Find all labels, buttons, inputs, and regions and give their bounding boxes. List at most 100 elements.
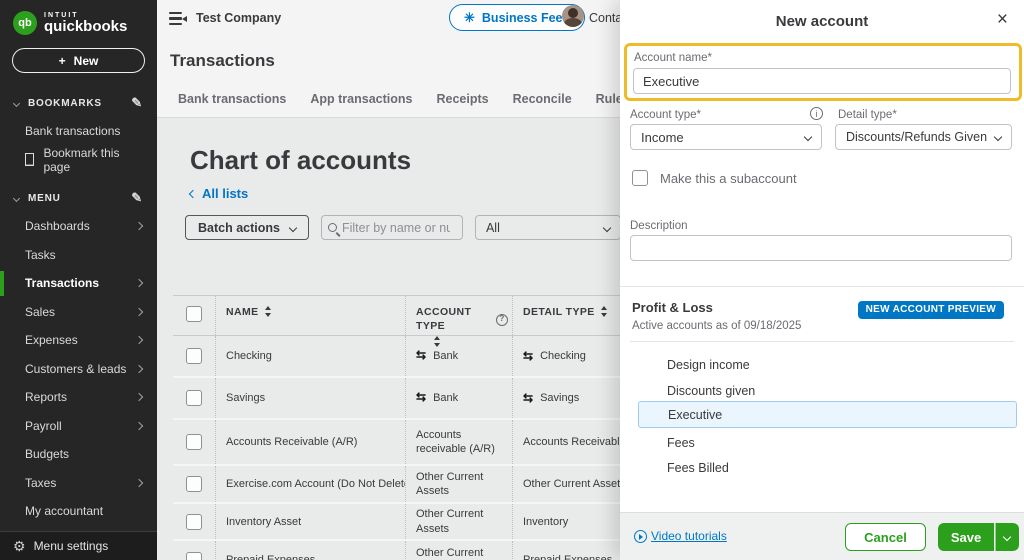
preview-account-item: Discounts given: [667, 384, 755, 398]
menu-item-label: Tasks: [25, 248, 56, 262]
chevron-left-icon: [189, 189, 197, 197]
sidebar-item-tasks[interactable]: Tasks: [0, 241, 157, 270]
quickbooks-wordmark: quickbooks: [44, 19, 127, 34]
column-header-account-type[interactable]: ACCOUNT TYPE ?: [405, 296, 512, 335]
detail-type-dropdown[interactable]: Discounts/Refunds Given: [835, 124, 1012, 150]
description-field[interactable]: [630, 235, 1012, 261]
account-name-cell: Exercise.com Account (Do Not Delete): [215, 466, 405, 502]
edit-menu-icon[interactable]: ✎: [131, 190, 143, 206]
subaccount-label: Make this a subaccount: [660, 171, 797, 186]
chevron-right-icon: [135, 393, 143, 401]
chevron-down-icon: [804, 133, 812, 141]
sidebar-item-expenses[interactable]: Expenses: [0, 326, 157, 355]
sidebar-item-transactions[interactable]: Transactions: [0, 269, 157, 298]
detail-type-cell: Checking: [540, 350, 586, 362]
new-button-label: New: [74, 54, 99, 68]
info-icon[interactable]: i: [810, 107, 823, 120]
sidebar-item-bookmark-this-page[interactable]: Bookmark this page: [0, 146, 157, 175]
column-header-name[interactable]: NAME: [215, 296, 405, 335]
tab-reconcile[interactable]: Reconcile: [513, 92, 572, 116]
menu-item-label: Budgets: [25, 447, 69, 461]
chevron-right-icon: [135, 336, 143, 344]
bookmarks-section-header[interactable]: BOOKMARKS ✎: [0, 95, 157, 111]
tab-receipts[interactable]: Receipts: [436, 92, 488, 116]
preview-account-item-selected: Executive: [638, 401, 1017, 428]
row-checkbox[interactable]: [186, 476, 202, 492]
sidebar-item-payroll[interactable]: Payroll: [0, 412, 157, 441]
sidebar-item-taxes[interactable]: Taxes: [0, 469, 157, 498]
app-window: qb INTUIT quickbooks + New BOOKMARKS ✎ B…: [0, 0, 1024, 560]
menu-item-label: Expenses: [25, 333, 78, 347]
type-filter-value: All: [486, 221, 500, 235]
account-type-label: Account type*: [630, 109, 701, 121]
plus-icon: +: [59, 54, 66, 68]
quickbooks-logo: qb INTUIT quickbooks: [0, 0, 157, 35]
search-icon: [328, 223, 337, 232]
divider: [630, 341, 1014, 342]
account-type-header-label: ACCOUNT TYPE: [416, 306, 491, 333]
save-options-button[interactable]: [995, 523, 1019, 551]
profile-label[interactable]: Conta: [589, 11, 622, 25]
close-icon[interactable]: ×: [997, 10, 1008, 29]
collapse-sidebar-icon[interactable]: [169, 12, 187, 25]
preview-account-item: Design income: [667, 358, 750, 372]
row-checkbox[interactable]: [186, 514, 202, 530]
cancel-button[interactable]: Cancel: [845, 523, 926, 551]
bookmarks-header-label: BOOKMARKS: [28, 98, 102, 109]
row-checkbox[interactable]: [186, 390, 202, 406]
tab-app-transactions[interactable]: App transactions: [310, 92, 412, 116]
save-button[interactable]: Save: [938, 523, 994, 551]
menu-item-label: Transactions: [25, 276, 99, 290]
bank-linked-icon: ⇆: [416, 348, 426, 364]
new-button[interactable]: + New: [12, 48, 145, 73]
batch-actions-button[interactable]: Batch actions: [185, 215, 309, 240]
row-checkbox[interactable]: [186, 434, 202, 450]
subaccount-checkbox[interactable]: [632, 170, 648, 186]
account-type-dropdown[interactable]: Income: [630, 124, 822, 150]
sidebar: qb INTUIT quickbooks + New BOOKMARKS ✎ B…: [0, 0, 157, 560]
account-type-cell: Bank: [433, 391, 458, 405]
menu-settings-button[interactable]: ⚙ Menu settings: [0, 531, 157, 560]
bookmark-this-page-label: Bookmark this page: [43, 146, 142, 174]
account-type-cell: Other Current Assets: [405, 541, 512, 560]
select-all-checkbox[interactable]: [186, 306, 202, 322]
help-icon[interactable]: ?: [496, 314, 508, 326]
account-name-field[interactable]: [633, 68, 1011, 94]
chevron-down-icon: [1003, 533, 1011, 541]
sidebar-item-dashboards[interactable]: Dashboards: [0, 212, 157, 241]
drawer-footer: Video tutorials Cancel Save: [620, 512, 1024, 560]
account-name-label: Account name*: [634, 52, 712, 64]
sidebar-item-customers-leads[interactable]: Customers & leads: [0, 355, 157, 384]
detail-type-header-label: DETAIL TYPE: [523, 306, 595, 318]
menu-item-label: Reports: [25, 390, 67, 404]
video-tutorials-link[interactable]: Video tutorials: [634, 529, 727, 543]
sidebar-item-bank-transactions-bookmark[interactable]: Bank transactions: [0, 117, 157, 146]
type-filter-dropdown[interactable]: All: [475, 215, 621, 240]
row-checkbox[interactable]: [186, 552, 202, 560]
coa-heading: Chart of accounts: [190, 145, 411, 176]
sidebar-item-reports[interactable]: Reports: [0, 383, 157, 412]
company-name[interactable]: Test Company: [196, 11, 281, 25]
new-account-preview-badge: NEW ACCOUNT PREVIEW: [858, 301, 1004, 319]
sidebar-item-sales[interactable]: Sales: [0, 298, 157, 327]
page-title: Transactions: [170, 51, 275, 71]
chevron-down-icon: [13, 194, 20, 201]
sidebar-item-budgets[interactable]: Budgets: [0, 440, 157, 469]
detail-type-value: Discounts/Refunds Given: [846, 130, 987, 144]
name-header-label: NAME: [226, 306, 259, 318]
chevron-right-icon: [135, 479, 143, 487]
menu-section-header[interactable]: MENU ✎: [0, 190, 157, 206]
all-lists-label: All lists: [202, 186, 248, 201]
filter-input[interactable]: [342, 221, 450, 235]
menu-item-label: My accountant: [25, 504, 103, 518]
gear-icon: ⚙: [13, 539, 26, 553]
sidebar-item-my-accountant[interactable]: My accountant: [0, 497, 157, 526]
all-lists-link[interactable]: All lists: [190, 186, 248, 201]
account-name-cell: Prepaid Expenses: [215, 541, 405, 560]
profile-avatar[interactable]: [562, 5, 584, 27]
tab-bank-transactions[interactable]: Bank transactions: [178, 92, 286, 116]
account-type-cell: Bank: [433, 349, 458, 363]
row-checkbox[interactable]: [186, 348, 202, 364]
sort-icon: [265, 306, 271, 317]
edit-bookmarks-icon[interactable]: ✎: [131, 95, 143, 111]
